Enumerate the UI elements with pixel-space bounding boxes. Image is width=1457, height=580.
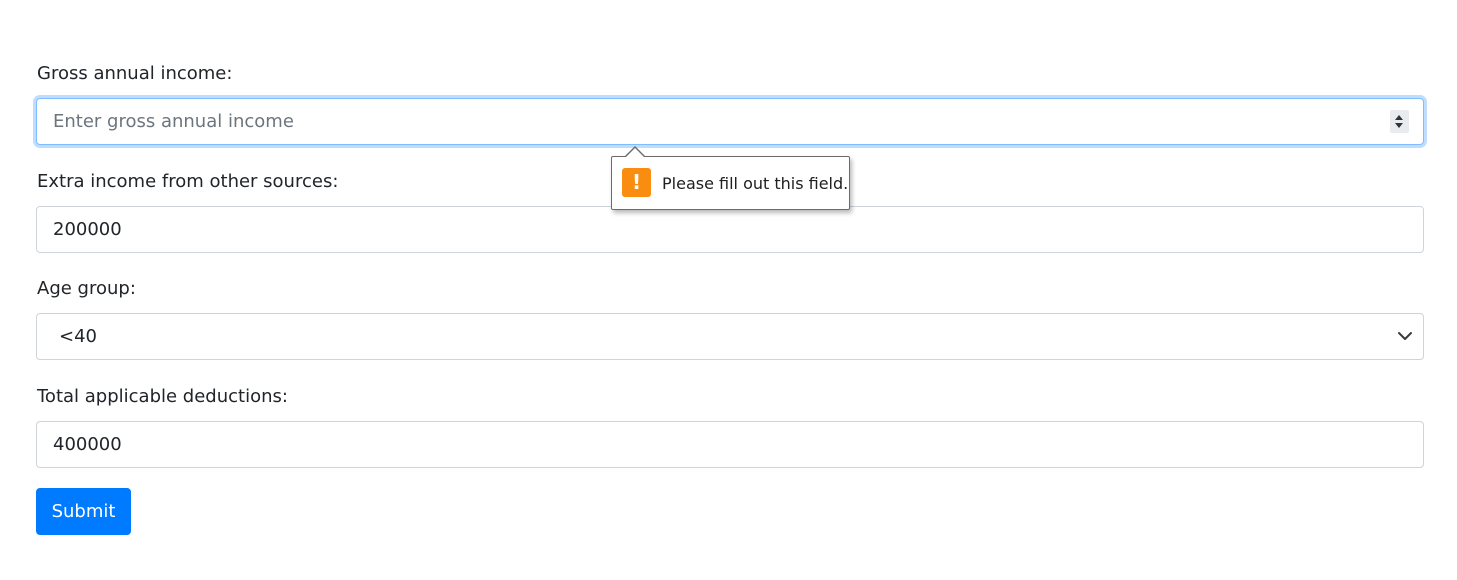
gross-income-label: Gross annual income: [37, 63, 233, 84]
extra-income-value: 200000 [53, 219, 122, 240]
submit-button[interactable]: Submit [36, 488, 131, 535]
validation-tooltip: ! Please fill out this field. [611, 146, 850, 210]
age-group-label: Age group: [37, 278, 136, 299]
extra-income-input[interactable]: 200000 [36, 206, 1424, 253]
spinner-down-icon[interactable] [1395, 123, 1403, 128]
tooltip-message: Please fill out this field. [662, 174, 849, 193]
age-group-selected: <40 [59, 326, 97, 347]
number-spinner[interactable] [1390, 110, 1409, 133]
spinner-up-icon[interactable] [1395, 115, 1403, 120]
gross-income-placeholder: Enter gross annual income [53, 111, 294, 132]
warning-icon: ! [622, 168, 651, 197]
chevron-down-icon[interactable] [1397, 328, 1413, 344]
deductions-value: 400000 [53, 434, 122, 455]
age-group-select[interactable]: <40 [36, 313, 1424, 360]
deductions-input[interactable]: 400000 [36, 421, 1424, 468]
gross-income-input[interactable]: Enter gross annual income [36, 98, 1424, 145]
deductions-label: Total applicable deductions: [37, 386, 288, 407]
tax-form: Gross annual income: Enter gross annual … [0, 0, 1457, 580]
extra-income-label: Extra income from other sources: [37, 171, 339, 192]
